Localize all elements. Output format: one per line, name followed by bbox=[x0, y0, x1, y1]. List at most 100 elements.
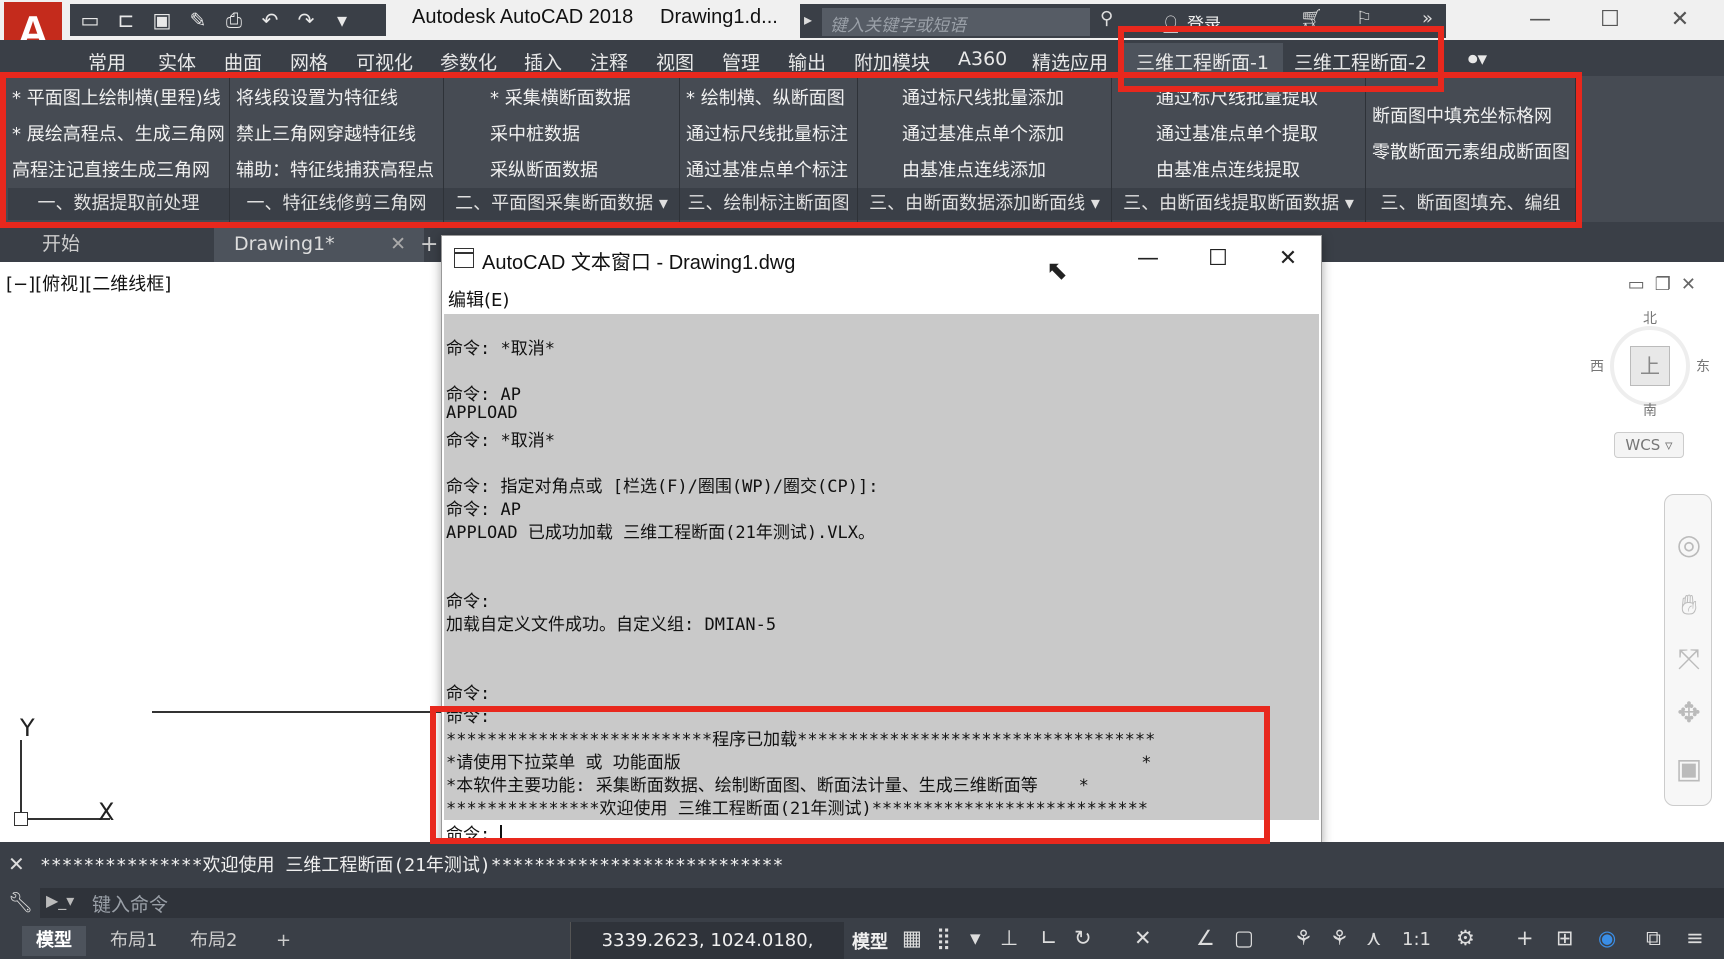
snap-icon[interactable]: ⣿ bbox=[936, 926, 951, 950]
osnap-tracking-icon[interactable]: ∠ bbox=[1196, 926, 1215, 950]
restore-icon[interactable]: ❐ bbox=[1655, 274, 1671, 295]
minimize-button[interactable]: — bbox=[1510, 4, 1570, 36]
highlight-ribbon-panels bbox=[0, 72, 1582, 228]
maximize-button[interactable]: ☐ bbox=[1188, 242, 1248, 276]
isodraft-icon[interactable]: ✕ bbox=[1134, 926, 1152, 950]
annotation-visibility-icon[interactable]: ⚘ bbox=[1294, 926, 1313, 950]
ortho-icon[interactable]: ∟ bbox=[1040, 926, 1058, 950]
ribbon-options-icon[interactable]: ⏺︎▾ bbox=[1468, 48, 1487, 70]
tab-visualize[interactable]: 可视化 bbox=[356, 48, 413, 75]
maximize-button[interactable]: ☐ bbox=[1580, 4, 1640, 36]
gear-icon[interactable]: ⚙ bbox=[1456, 926, 1475, 950]
command-input-field[interactable]: ▶_▾ 键入命令 bbox=[40, 888, 1724, 918]
tab-parametric[interactable]: 参数化 bbox=[440, 48, 497, 75]
tab-solid[interactable]: 实体 bbox=[158, 48, 196, 75]
steering-wheel-icon[interactable]: ◎ bbox=[1671, 527, 1707, 563]
tab-annotate[interactable]: 注释 bbox=[590, 48, 628, 75]
text-line: 命令: bbox=[446, 684, 491, 704]
command-history-text: ***************欢迎使用 三维工程断面(21年测试)*******… bbox=[40, 855, 784, 876]
grid-icon[interactable]: ▦ bbox=[902, 926, 922, 950]
binoculars-icon[interactable]: ⚲ bbox=[1100, 8, 1113, 29]
close-icon[interactable]: ✕ bbox=[1681, 274, 1696, 295]
tab-layout1[interactable]: 布局1 bbox=[96, 926, 171, 956]
chevron-down-icon[interactable]: ▾ bbox=[970, 926, 981, 950]
showmotion-icon[interactable]: ▣ bbox=[1671, 751, 1707, 787]
tab-layout2[interactable]: 布局2 bbox=[176, 926, 251, 956]
saveas-icon[interactable]: ✎ bbox=[184, 7, 212, 33]
tab-a360[interactable]: A360 bbox=[958, 48, 1007, 70]
command-history-bar: ✕ ***************欢迎使用 三维工程断面(21年测试)*****… bbox=[0, 842, 1724, 882]
chevron-down-icon: ▿ bbox=[1665, 436, 1673, 454]
text-line: APPLOAD 已成功加载 三维工程断面(21年测试).VLX。 bbox=[446, 523, 875, 543]
auto-scale-icon[interactable]: ⚘ bbox=[1330, 926, 1349, 950]
viewport-window-controls: ▭ ❐ ✕ bbox=[1628, 274, 1696, 295]
ribbon-tabs: 常用 实体 曲面 网格 可视化 参数化 插入 注释 视图 管理 输出 附加模块 … bbox=[0, 40, 1724, 76]
hardware-acceleration-icon[interactable]: ◉ bbox=[1598, 926, 1616, 950]
compass-west[interactable]: 西 bbox=[1590, 356, 1604, 376]
tab-output[interactable]: 输出 bbox=[788, 48, 826, 75]
plus-icon[interactable]: + bbox=[1516, 926, 1534, 950]
open-icon[interactable]: ⊏ bbox=[112, 7, 140, 33]
infer-constraints-icon[interactable]: ⊥ bbox=[1000, 926, 1018, 950]
minimize-icon[interactable]: ▭ bbox=[1628, 274, 1645, 295]
text-window-title: AutoCAD 文本窗口 - Drawing1.dwg bbox=[482, 252, 796, 274]
tab-addins[interactable]: 附加模块 bbox=[854, 48, 930, 75]
prompt-icon[interactable]: ▶_▾ bbox=[46, 891, 74, 910]
new-tab-icon[interactable]: + bbox=[420, 232, 438, 257]
model-space-toggle[interactable]: 模型 bbox=[852, 928, 888, 954]
menu-edit[interactable]: 编辑(E) bbox=[442, 282, 1321, 314]
cube-face-top[interactable]: 上 bbox=[1630, 346, 1670, 386]
coordinate-readout: 3339.2623, 1024.0180, 0.0000 bbox=[570, 922, 844, 959]
more-icon[interactable]: ▾ bbox=[328, 7, 356, 33]
clean-screen-icon[interactable]: ⧉ bbox=[1646, 926, 1661, 951]
text-window-titlebar[interactable]: AutoCAD 文本窗口 - Drawing1.dwg — ☐ ✕ bbox=[442, 236, 1321, 282]
wrench-icon[interactable]: 🔧︎ bbox=[8, 890, 33, 914]
scale-dropdown[interactable]: 1:1 bbox=[1402, 929, 1431, 950]
customize-menu-icon[interactable]: ≡ bbox=[1686, 926, 1704, 950]
close-button[interactable]: ✕ bbox=[1650, 4, 1710, 36]
viewcube[interactable]: 北 西 东 南 上 WCS ▿ bbox=[1590, 300, 1710, 470]
tab-view[interactable]: 视图 bbox=[656, 48, 694, 75]
tab-featured-apps[interactable]: 精选应用 bbox=[1032, 48, 1108, 75]
close-icon[interactable]: ✕ bbox=[390, 226, 406, 262]
close-icon[interactable]: ✕ bbox=[8, 852, 25, 876]
tab-surface[interactable]: 曲面 bbox=[224, 48, 262, 75]
close-button[interactable]: ✕ bbox=[1258, 242, 1318, 276]
orbit-icon[interactable]: ✥ bbox=[1671, 695, 1707, 731]
tab-start[interactable]: 开始 bbox=[22, 226, 212, 262]
ucs-x-axis bbox=[20, 818, 110, 820]
redo-icon[interactable]: ↷ bbox=[292, 7, 320, 33]
annotation-scale-icon[interactable]: ⋏ bbox=[1366, 926, 1381, 950]
tab-home[interactable]: 常用 bbox=[88, 48, 126, 75]
tab-drawing1[interactable]: Drawing1* ✕ bbox=[214, 226, 424, 262]
search-input[interactable]: 键入关键字或短语 bbox=[822, 8, 1090, 36]
ucs-origin bbox=[14, 812, 28, 826]
tab-insert[interactable]: 插入 bbox=[524, 48, 562, 75]
minimize-button[interactable]: — bbox=[1118, 242, 1178, 276]
mouse-cursor-icon: ⬉ bbox=[1046, 256, 1068, 286]
add-layout-icon[interactable]: + bbox=[262, 926, 305, 956]
pan-icon[interactable]: ✋︎ bbox=[1671, 587, 1707, 623]
quick-access-toolbar: ▭ ⊏ ▣ ✎ ⎙ ↶ ↷ ▾ bbox=[70, 4, 386, 36]
tab-model[interactable]: 模型 bbox=[22, 926, 86, 956]
compass-south[interactable]: 南 bbox=[1643, 400, 1657, 420]
title-bar: ▭ ⊏ ▣ ✎ ⎙ ↶ ↷ ▾ Autodesk AutoCAD 2018 Dr… bbox=[0, 0, 1724, 40]
zoom-icon[interactable]: ⤧ bbox=[1671, 641, 1707, 677]
wcs-dropdown[interactable]: WCS ▿ bbox=[1614, 432, 1684, 458]
tab-mesh[interactable]: 网格 bbox=[290, 48, 328, 75]
drawing-tab-label: Drawing1* bbox=[234, 233, 335, 255]
tab-manage[interactable]: 管理 bbox=[722, 48, 760, 75]
new-icon[interactable]: ▭ bbox=[76, 7, 104, 33]
undo-icon[interactable]: ↶ bbox=[256, 7, 284, 33]
units-icon[interactable]: ⊞ bbox=[1556, 926, 1574, 950]
print-icon[interactable]: ⎙ bbox=[220, 7, 248, 33]
compass-north[interactable]: 北 bbox=[1643, 308, 1657, 328]
viewport-controls[interactable]: [−][俯视][二维线框] bbox=[6, 270, 171, 296]
text-line: 命令: bbox=[446, 592, 491, 612]
osnap-icon[interactable]: ▢ bbox=[1234, 926, 1254, 950]
expand-arrow-icon[interactable]: ▸ bbox=[804, 10, 812, 29]
text-line: 命令: AP bbox=[446, 500, 521, 520]
polar-icon[interactable]: ↻ bbox=[1074, 926, 1092, 950]
save-icon[interactable]: ▣ bbox=[148, 7, 176, 33]
compass-east[interactable]: 东 bbox=[1696, 356, 1710, 376]
